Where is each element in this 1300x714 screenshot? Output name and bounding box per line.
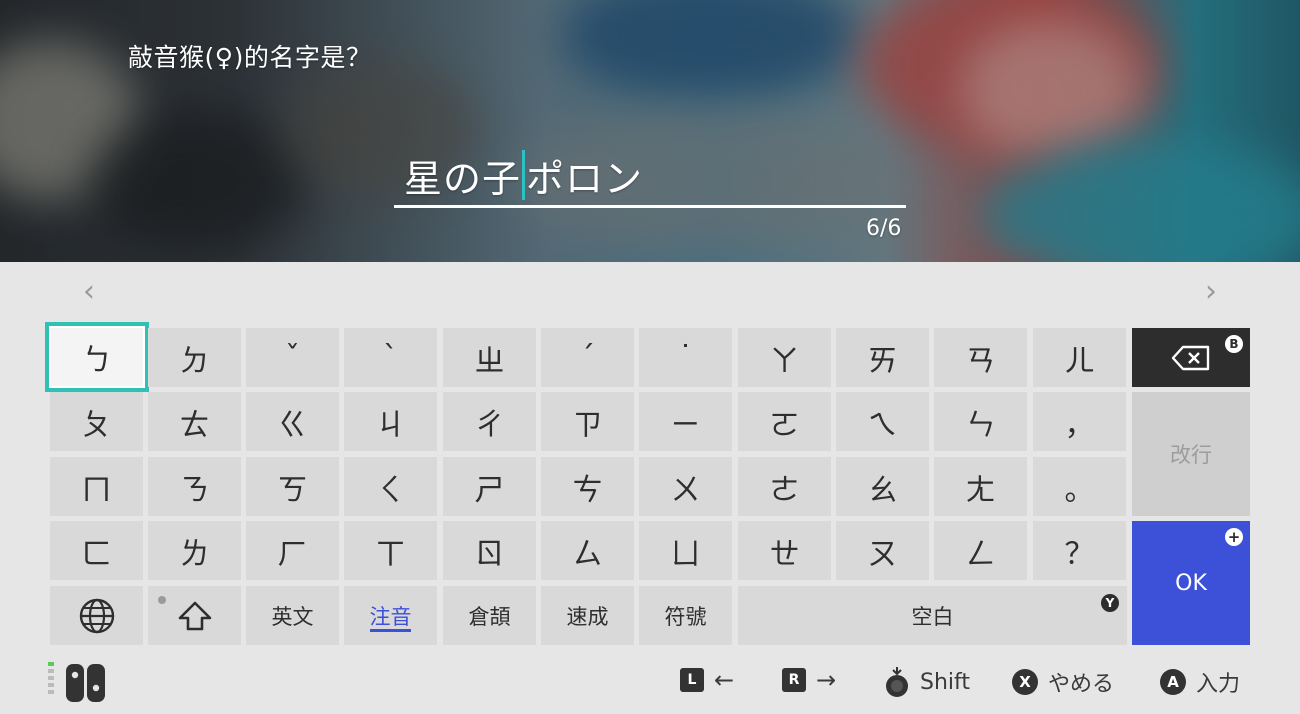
x-button-hint: X やめる [1012, 666, 1114, 698]
character-counter: 6/6 [866, 216, 902, 241]
newline-key-label: 改行 [1170, 443, 1212, 467]
key-r1-c5[interactable]: ㄗ [541, 392, 634, 451]
key-r0-c4[interactable]: ㄓ [443, 328, 536, 387]
key-r3-c5[interactable]: ㄙ [541, 521, 634, 580]
text-caret [522, 150, 526, 200]
key-r3-c7[interactable]: ㄝ [738, 521, 831, 580]
prev-page-arrow[interactable]: ‹ [74, 274, 104, 310]
mode-key-label: 符號 [664, 604, 707, 629]
key-r0-c10[interactable]: ㄦ [1033, 328, 1126, 387]
key-r2-c9[interactable]: ㄤ [934, 457, 1027, 516]
key-r1-c9[interactable]: ㄣ [934, 392, 1027, 451]
shift-hint-label: Shift [920, 669, 971, 695]
backspace-icon [1171, 345, 1210, 370]
a-button-hint: A 入力 [1160, 666, 1240, 698]
input-underline [394, 205, 906, 208]
y-button-badge: Y [1101, 594, 1119, 612]
mode-key-label: 英文 [271, 604, 314, 629]
key-r3-c8[interactable]: ㄡ [836, 521, 929, 580]
mode-key-2[interactable]: 倉頡 [443, 586, 536, 645]
key-r3-c6[interactable]: ㄩ [639, 521, 732, 580]
newline-key[interactable]: 改行 [1132, 392, 1250, 516]
space-key[interactable]: 空白 Y [738, 586, 1127, 645]
key-r1-c2[interactable]: ㄍ [246, 392, 339, 451]
mode-key-0[interactable]: 英文 [246, 586, 339, 645]
key-r1-c1[interactable]: ㄊ [148, 392, 241, 451]
key-r3-c2[interactable]: ㄏ [246, 521, 339, 580]
shift-key[interactable] [148, 586, 241, 645]
key-r3-c4[interactable]: ㄖ [443, 521, 536, 580]
x-button-icon: X [1012, 669, 1038, 695]
key-r2-c3[interactable]: ㄑ [344, 457, 437, 516]
a-hint-label: 入力 [1196, 672, 1241, 697]
key-r2-c5[interactable]: ㄘ [541, 457, 634, 516]
key-r1-c0[interactable]: ㄆ [50, 392, 143, 451]
mode-key-3[interactable]: 速成 [541, 586, 634, 645]
plus-button-badge: + [1225, 528, 1243, 546]
key-r3-c9[interactable]: ㄥ [934, 521, 1027, 580]
globe-icon [79, 598, 114, 633]
shift-arrow-icon [178, 601, 211, 630]
r-button-icon: R [782, 668, 806, 692]
name-text-before-caret: 星の子 [404, 156, 522, 201]
r-button-hint: R → [782, 666, 836, 694]
l-button-icon: L [680, 668, 704, 692]
mode-key-label: 速成 [566, 604, 609, 629]
name-input-field[interactable]: 星の子 ポロン [404, 148, 643, 202]
shift-hint: Shift [882, 666, 970, 698]
a-button-icon: A [1160, 669, 1186, 695]
key-r2-c0[interactable]: ㄇ [50, 457, 143, 516]
key-r0-c6[interactable]: ˙ [639, 328, 732, 387]
name-text-after-caret: ポロン [526, 156, 644, 201]
background-scene: 敲音猴(♀)的名字是？ 星の子 ポロン 6/6 [0, 0, 1300, 262]
prompt-text: 敲音猴(♀)的名字是？ [128, 43, 372, 72]
active-mode-underline [370, 629, 411, 632]
shift-indicator-dot [158, 596, 166, 604]
controller-hints: L ← R → Shift X やめる A 入力 [0, 648, 1300, 714]
key-r1-c10[interactable]: ， [1033, 392, 1126, 451]
key-r2-c8[interactable]: ㄠ [836, 457, 929, 516]
right-arrow-icon: → [816, 666, 837, 694]
next-page-arrow[interactable]: › [1196, 274, 1226, 310]
key-r0-c7[interactable]: ㄚ [738, 328, 831, 387]
ok-button[interactable]: OK + [1132, 521, 1250, 645]
key-r1-c7[interactable]: ㄛ [738, 392, 831, 451]
key-r2-c6[interactable]: ㄨ [639, 457, 732, 516]
mode-key-label: 倉頡 [468, 604, 511, 629]
key-r1-c4[interactable]: ㄔ [443, 392, 536, 451]
key-r0-c2[interactable]: ˇ [246, 328, 339, 387]
backspace-key[interactable]: B [1132, 328, 1250, 387]
key-r0-c1[interactable]: ㄉ [148, 328, 241, 387]
key-r2-c2[interactable]: ㄎ [246, 457, 339, 516]
key-r3-c10[interactable]: ？ [1033, 521, 1126, 580]
key-r1-c6[interactable]: ㄧ [639, 392, 732, 451]
key-r1-c3[interactable]: ㄐ [344, 392, 437, 451]
key-r3-c0[interactable]: ㄈ [50, 521, 143, 580]
ok-button-label: OK [1175, 570, 1207, 596]
space-key-label: 空白 [911, 604, 954, 629]
key-r0-c5[interactable]: ˊ [541, 328, 634, 387]
keyboard-panel: ‹ › ㄅㄉ ˇ ˋ ㄓ ˊ ˙ ㄚㄞㄢㄦㄆㄊㄍㄐㄔㄗㄧㄛㄟㄣ， ㄇㄋㄎㄑㄕㄘㄨㄜㄠㄤ。ㄈㄌㄏ… [0, 262, 1300, 714]
joycon-controller-icon [46, 662, 110, 708]
key-r2-c1[interactable]: ㄋ [148, 457, 241, 516]
key-r2-c10[interactable]: 。 [1033, 457, 1126, 516]
key-r0-c3[interactable]: ˋ [344, 328, 437, 387]
key-r2-c4[interactable]: ㄕ [443, 457, 536, 516]
key-r2-c7[interactable]: ㄜ [738, 457, 831, 516]
key-r0-c8[interactable]: ㄞ [836, 328, 929, 387]
key-r3-c1[interactable]: ㄌ [148, 521, 241, 580]
key-r0-c0[interactable]: ㄅ [45, 322, 149, 392]
x-hint-label: やめる [1048, 672, 1115, 697]
key-r1-c8[interactable]: ㄟ [836, 392, 929, 451]
mode-key-4[interactable]: 符號 [639, 586, 732, 645]
key-r3-c3[interactable]: ㄒ [344, 521, 437, 580]
key-r0-c9[interactable]: ㄢ [934, 328, 1027, 387]
stick-press-icon [886, 667, 908, 697]
mode-key-1[interactable]: 注音 [344, 586, 437, 645]
l-button-hint: L ← [680, 666, 734, 694]
language-key[interactable] [50, 586, 143, 645]
left-arrow-icon: ← [714, 666, 735, 694]
mode-key-label: 注音 [369, 604, 412, 629]
b-button-badge: B [1225, 335, 1243, 353]
